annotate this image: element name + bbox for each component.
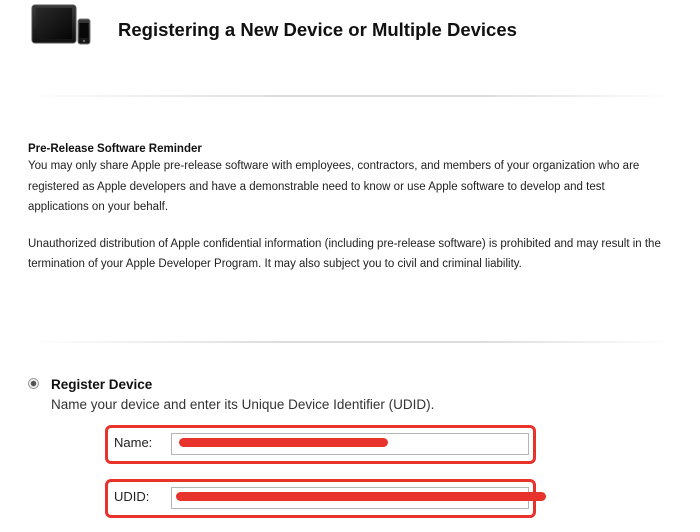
- udid-label: UDID:: [114, 489, 150, 504]
- pre-release-reminder: Pre-Release Software Reminder You may on…: [28, 142, 668, 275]
- reminder-paragraph-1: You may only share Apple pre-release sof…: [28, 160, 640, 213]
- devices-icon: [31, 4, 91, 45]
- register-device-title[interactable]: Register Device: [51, 377, 152, 392]
- divider: [25, 341, 675, 343]
- register-device-radio[interactable]: [28, 378, 39, 389]
- reminder-paragraph-2: Unauthorized distribution of Apple confi…: [28, 237, 661, 271]
- page-title: Registering a New Device or Multiple Dev…: [118, 19, 517, 40]
- page-header: Registering a New Device or Multiple Dev…: [0, 0, 700, 64]
- register-device-description: Name your device and enter its Unique De…: [51, 397, 435, 412]
- udid-input[interactable]: [171, 487, 529, 509]
- reminder-title: Pre-Release Software Reminder: [28, 143, 202, 155]
- udid-field-highlight: UDID:: [105, 479, 546, 518]
- name-label: Name:: [114, 435, 153, 450]
- divider: [25, 95, 675, 97]
- name-input[interactable]: [171, 433, 529, 455]
- name-field-highlight: Name:: [105, 425, 536, 464]
